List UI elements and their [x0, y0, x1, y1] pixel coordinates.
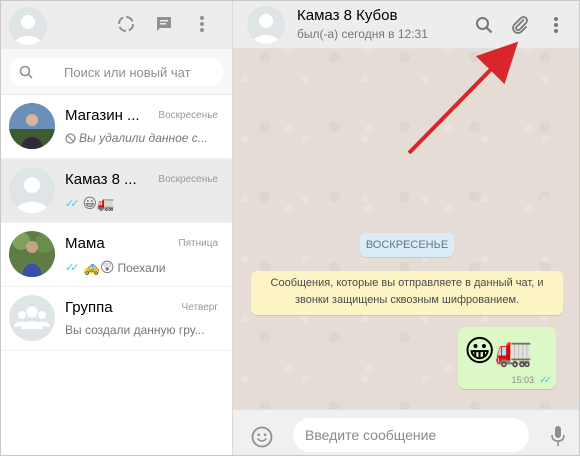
chat-preview: ✓✓ 😀🚛 — [65, 195, 215, 212]
message-time: 15:03 — [511, 375, 534, 385]
contact-name: Камаз 8 Кубов — [297, 7, 398, 24]
message-input[interactable] — [293, 418, 529, 452]
group-avatar — [9, 295, 55, 341]
default-avatar-icon — [9, 7, 47, 45]
default-avatar — [9, 167, 55, 213]
conversation-panel: Камаз 8 Кубов был(-а) сегодня в 12:31 ВО… — [233, 1, 579, 455]
search-icon — [19, 65, 33, 79]
blocked-icon — [65, 132, 76, 144]
chat-time: Воскресенье — [158, 174, 218, 185]
chat-preview-text: Вы удалили данное с... — [79, 131, 208, 145]
left-header — [1, 1, 232, 49]
default-avatar-icon — [247, 6, 285, 44]
chat-time: Пятница — [178, 238, 218, 249]
message-emoji: 😀🚛 — [464, 335, 533, 368]
search-icon[interactable] — [473, 14, 495, 36]
composer-bar — [233, 409, 579, 455]
chat-title: Камаз 8 ... — [65, 171, 137, 188]
search-input[interactable] — [9, 64, 224, 80]
mic-icon[interactable] — [549, 425, 567, 447]
contact-photo-avatar — [9, 103, 55, 149]
group-icon — [9, 295, 55, 341]
chat-time: Четверг — [181, 302, 218, 313]
read-ticks-icon: ✓✓ — [539, 375, 552, 386]
chat-list-panel: Магазин ... Воскресенье Вы удалили данно… — [1, 1, 233, 455]
status-icon[interactable] — [116, 14, 136, 34]
chat-title: Магазин ... — [65, 107, 140, 124]
chat-item-store[interactable]: Магазин ... Воскресенье Вы удалили данно… — [1, 95, 232, 159]
chat-preview: ✓✓ 🚕😲 Поехали — [65, 259, 215, 276]
chat-title: Мама — [65, 235, 105, 252]
my-avatar[interactable] — [9, 7, 47, 45]
chat-item-kamaz[interactable]: Камаз 8 ... Воскресенье ✓✓ 😀🚛 — [1, 159, 232, 223]
default-avatar-icon — [9, 167, 55, 213]
read-ticks-icon: ✓✓ — [65, 198, 80, 210]
attach-icon[interactable] — [509, 14, 531, 36]
chat-preview-text: Поехали — [117, 260, 166, 275]
chat-preview: Вы удалили данное с... — [65, 131, 215, 145]
outgoing-message[interactable]: 😀🚛 15:03 ✓✓ — [458, 327, 556, 389]
menu-dots-icon[interactable] — [545, 14, 567, 36]
read-ticks-icon: ✓✓ — [65, 262, 80, 274]
contact-avatar[interactable] — [247, 6, 285, 44]
encryption-notice[interactable]: Сообщения, которые вы отправляете в данн… — [251, 271, 563, 315]
menu-dots-icon[interactable] — [192, 14, 212, 34]
chat-item-group[interactable]: Группа Четверг Вы создали данную гру... — [1, 287, 232, 351]
conversation-header[interactable]: Камаз 8 Кубов был(-а) сегодня в 12:31 — [233, 1, 579, 49]
emoji-icon[interactable] — [251, 426, 273, 448]
day-separator: ВОСКРЕСЕНЬЕ — [360, 233, 454, 257]
chat-preview-emoji: 🚕😲 — [82, 259, 115, 275]
contact-last-seen: был(-а) сегодня в 12:31 — [297, 27, 428, 41]
contact-photo-avatar — [9, 231, 55, 277]
chat-title: Группа — [65, 299, 113, 316]
chat-preview-text: Вы создали данную гру... — [65, 323, 205, 337]
app-window: Магазин ... Воскресенье Вы удалили данно… — [0, 0, 580, 456]
chat-preview-emoji: 😀🚛 — [82, 195, 115, 211]
search-bar — [1, 49, 232, 95]
chat-time: Воскресенье — [158, 110, 218, 121]
chat-preview: Вы создали данную гру... — [65, 323, 215, 337]
chat-item-mama[interactable]: Мама Пятница ✓✓ 🚕😲 Поехали — [1, 223, 232, 287]
new-chat-icon[interactable] — [154, 14, 174, 34]
